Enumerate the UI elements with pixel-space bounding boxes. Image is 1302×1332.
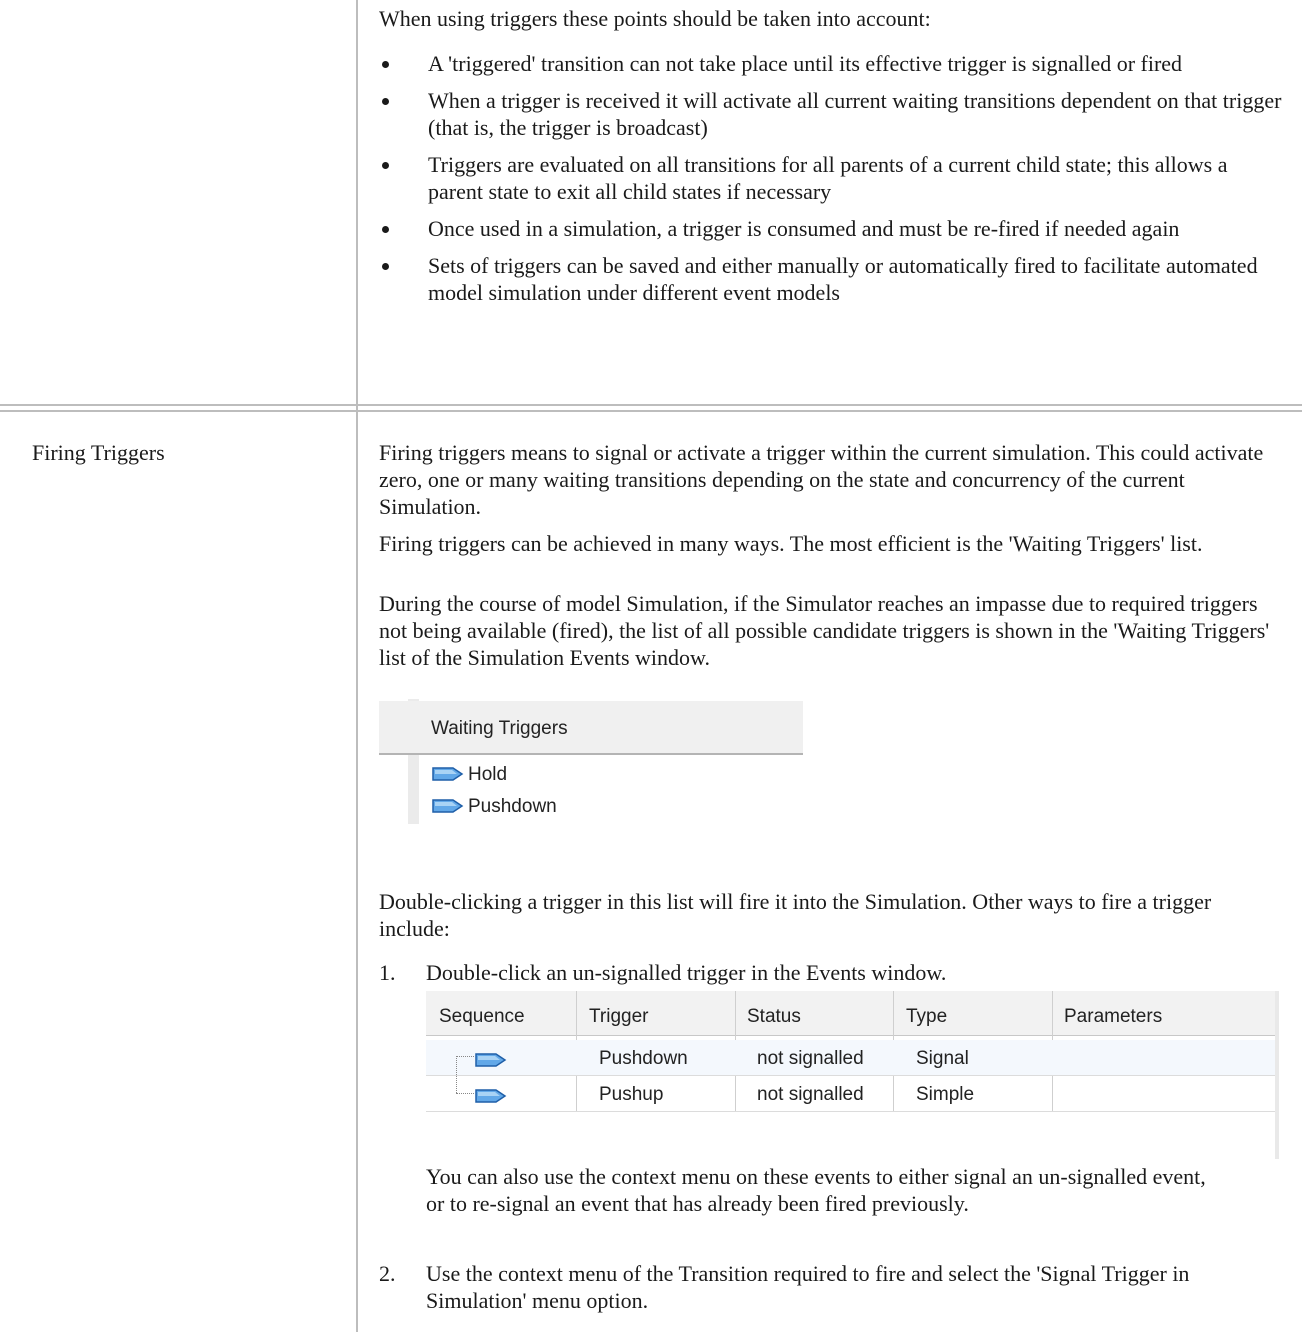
bullet-dot (382, 162, 389, 169)
bullet-list: A 'triggered' transition can not take pl… (379, 50, 1284, 316)
document-page: When using triggers these points should … (0, 0, 1302, 1332)
step-text: Double-click an un-signalled trigger in … (426, 960, 947, 985)
bullet-item: Once used in a simulation, a trigger is … (379, 215, 1284, 242)
intro-text: When using triggers these points should … (379, 6, 931, 31)
step-number: 1. (379, 960, 396, 985)
bullet-item: Triggers are evaluated on all transition… (379, 151, 1284, 205)
trigger-cell: Pushup (599, 1084, 664, 1105)
table-row[interactable]: Pushdown not signalled Signal (426, 1040, 1276, 1076)
list-item-label: Pushdown (468, 795, 557, 817)
bullet-text: Once used in a simulation, a trigger is … (428, 216, 1180, 241)
list-header: Waiting Triggers (379, 701, 803, 755)
paragraph: Double-clicking a trigger in this list w… (379, 889, 1212, 941)
bullet-dot (382, 98, 389, 105)
tree-connector (456, 1056, 474, 1057)
signal-tag-icon (474, 1085, 507, 1112)
step-text: Use the context menu of the Transition r… (426, 1261, 1190, 1313)
table-row[interactable]: Pushup not signalled Simple (426, 1076, 1276, 1112)
type-cell: Simple (916, 1084, 975, 1105)
list-header-label: Waiting Triggers (431, 718, 568, 739)
bullet-text: When a trigger is received it will activ… (428, 88, 1282, 140)
status-cell: not signalled (757, 1048, 864, 1069)
column-header-type[interactable]: Type (906, 1003, 947, 1030)
table-column-divider (356, 0, 358, 1332)
status-cell: not signalled (757, 1084, 864, 1105)
signal-tag-icon (431, 798, 464, 814)
events-table: Sequence Trigger Status Type Parameters … (426, 991, 1282, 1159)
section-label: Firing Triggers (32, 440, 165, 465)
signal-tag-icon (431, 766, 464, 782)
column-header-status[interactable]: Status (747, 1003, 801, 1030)
paragraph: Firing triggers can be achieved in many … (379, 531, 1203, 556)
list-item-label: Hold (468, 763, 508, 785)
paragraph: During the course of model Simulation, i… (379, 591, 1270, 670)
list-item[interactable]: Hold (431, 761, 507, 787)
waiting-triggers-panel (379, 349, 803, 474)
step-number: 2. (379, 1261, 396, 1286)
tree-connector (456, 1076, 457, 1093)
signal-tag-icon (474, 1049, 507, 1076)
bullet-text: A 'triggered' transition can not take pl… (428, 51, 1183, 76)
tree-connector (456, 1093, 474, 1094)
bullet-item: A 'triggered' transition can not take pl… (379, 50, 1284, 77)
tree-connector (456, 1056, 457, 1075)
column-header-trigger[interactable]: Trigger (589, 1003, 648, 1030)
column-header-parameters[interactable]: Parameters (1064, 1003, 1162, 1030)
column-header-sequence[interactable]: Sequence (439, 1003, 525, 1030)
list-item[interactable]: Pushdown (431, 793, 557, 819)
table-scroll-edge (1275, 991, 1279, 1159)
bullet-dot (382, 263, 389, 270)
bullet-item: Sets of triggers can be saved and either… (379, 252, 1284, 306)
table-header: Sequence Trigger Status Type Parameters (426, 991, 1276, 1036)
bullet-text: Triggers are evaluated on all transition… (428, 152, 1228, 204)
bullet-item: When a trigger is received it will activ… (379, 87, 1284, 141)
waiting-triggers-list: Waiting Triggers Hold Pushdown (379, 699, 803, 824)
step-note: You can also use the context menu on the… (426, 1164, 1206, 1216)
bullet-dot (382, 226, 389, 233)
trigger-cell: Pushdown (599, 1048, 688, 1069)
bullet-text: Sets of triggers can be saved and either… (428, 253, 1258, 305)
type-cell: Signal (916, 1048, 969, 1069)
bullet-dot (382, 61, 389, 68)
